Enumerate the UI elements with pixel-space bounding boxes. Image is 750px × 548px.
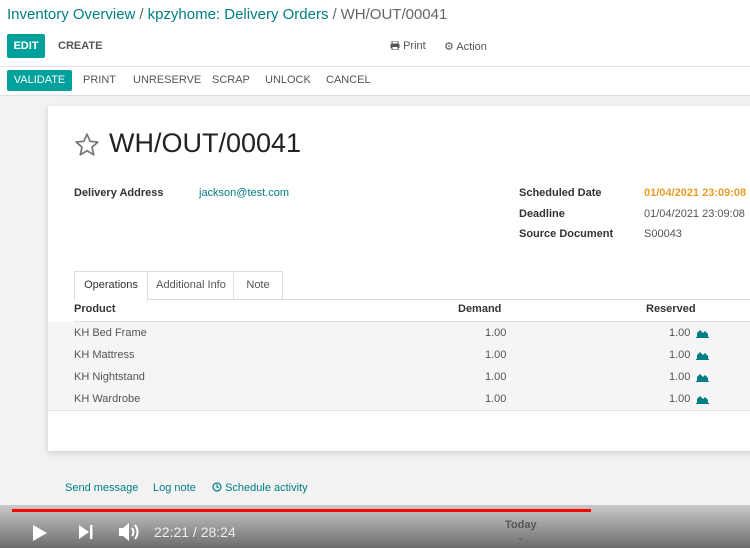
clock-icon bbox=[212, 482, 222, 492]
column-product[interactable]: Product bbox=[74, 303, 116, 315]
delivery-address-value[interactable]: jackson@test.com bbox=[199, 187, 289, 199]
area-chart-icon[interactable] bbox=[696, 394, 709, 404]
scheduled-date-label: Scheduled Date bbox=[519, 187, 602, 199]
unreserve-button[interactable]: UNRESERVE bbox=[133, 74, 201, 86]
validate-button[interactable]: VALIDATE bbox=[7, 70, 72, 91]
demand-cell: 1.00 bbox=[485, 327, 507, 339]
schedule-activity-button[interactable]: Schedule activity bbox=[212, 482, 308, 494]
today-label: Today bbox=[505, 519, 537, 531]
time-display: 22:21 / 28:24 bbox=[154, 524, 236, 540]
tab-additional-info[interactable]: Additional Info bbox=[147, 271, 235, 299]
chevron-down-icon[interactable]: ⌄ bbox=[517, 532, 525, 543]
form-sheet: WH/OUT/00041 Delivery Address jackson@te… bbox=[48, 106, 750, 451]
reserved-cell: 1.00 bbox=[669, 371, 691, 383]
volume-icon[interactable] bbox=[117, 521, 141, 543]
log-note-button[interactable]: Log note bbox=[153, 482, 196, 494]
area-chart-icon[interactable] bbox=[696, 350, 709, 360]
gear-icon: ⚙ bbox=[444, 41, 454, 53]
unlock-button[interactable]: UNLOCK bbox=[265, 74, 311, 86]
progress-bar[interactable] bbox=[12, 509, 591, 512]
control-panel: EDIT CREATE Print ⚙ Action bbox=[0, 32, 750, 67]
record-title: WH/OUT/00041 bbox=[109, 128, 302, 158]
edit-button[interactable]: EDIT bbox=[7, 34, 45, 58]
create-button[interactable]: CREATE bbox=[58, 40, 102, 52]
product-cell: KH Wardrobe bbox=[74, 393, 141, 405]
status-bar: VALIDATE PRINT UNRESERVE SCRAP UNLOCK CA… bbox=[0, 67, 750, 96]
column-demand[interactable]: Demand bbox=[458, 303, 501, 315]
cancel-button[interactable]: CANCEL bbox=[326, 74, 371, 86]
chatter-bar: Send message Log note Schedule activity bbox=[0, 465, 750, 505]
print-label: Print bbox=[403, 40, 426, 52]
table-row[interactable]: KH Mattress 1.00 1.00 bbox=[48, 344, 750, 367]
video-player-controls: 22:21 / 28:24 Today ⌄ bbox=[0, 505, 750, 548]
scheduled-date-value: 01/04/2021 23:09:08 bbox=[644, 187, 747, 199]
delivery-address-label: Delivery Address bbox=[74, 187, 164, 199]
print-dropdown[interactable]: Print bbox=[390, 40, 426, 52]
column-reserved[interactable]: Reserved bbox=[646, 303, 696, 315]
reserved-cell: 1.00 bbox=[669, 327, 691, 339]
tab-note[interactable]: Note bbox=[233, 271, 283, 299]
print-icon bbox=[390, 40, 400, 51]
action-label: Action bbox=[456, 41, 487, 53]
next-icon[interactable] bbox=[78, 524, 94, 540]
notebook-tabs: Operations Additional Info Note bbox=[74, 271, 750, 301]
schedule-activity-label: Schedule activity bbox=[225, 482, 308, 494]
breadcrumb-delivery-orders[interactable]: kpzyhome: Delivery Orders bbox=[148, 6, 329, 23]
demand-cell: 1.00 bbox=[485, 371, 507, 383]
product-cell: KH Bed Frame bbox=[74, 327, 147, 339]
area-chart-icon[interactable] bbox=[696, 372, 709, 382]
reserved-cell: 1.00 bbox=[669, 393, 691, 405]
breadcrumb-current: WH/OUT/00041 bbox=[340, 6, 448, 23]
print-button[interactable]: PRINT bbox=[83, 74, 116, 86]
breadcrumb-separator: / bbox=[139, 6, 144, 23]
play-icon[interactable] bbox=[32, 524, 48, 542]
table-header: Product Demand Reserved bbox=[74, 299, 750, 322]
table-row[interactable]: KH Wardrobe 1.00 1.00 bbox=[48, 388, 750, 411]
reserved-cell: 1.00 bbox=[669, 349, 691, 361]
source-document-value: S00043 bbox=[644, 228, 682, 240]
scrap-button[interactable]: SCRAP bbox=[212, 74, 250, 86]
breadcrumb-bar: Inventory Overview / kpzyhome: Delivery Or… bbox=[0, 0, 750, 32]
star-icon[interactable] bbox=[74, 132, 100, 158]
deadline-label: Deadline bbox=[519, 208, 565, 220]
action-dropdown[interactable]: ⚙ Action bbox=[444, 40, 487, 53]
demand-cell: 1.00 bbox=[485, 349, 507, 361]
tab-operations[interactable]: Operations bbox=[74, 271, 148, 301]
breadcrumb-inventory-overview[interactable]: Inventory Overview bbox=[7, 6, 135, 23]
breadcrumb-separator: / bbox=[332, 6, 337, 23]
breadcrumb: Inventory Overview / kpzyhome: Delivery Or… bbox=[7, 6, 447, 23]
demand-cell: 1.00 bbox=[485, 393, 507, 405]
deadline-value: 01/04/2021 23:09:08 bbox=[644, 208, 745, 220]
send-message-button[interactable]: Send message bbox=[65, 482, 138, 494]
source-document-label: Source Document bbox=[519, 228, 614, 240]
area-chart-icon[interactable] bbox=[696, 328, 709, 338]
product-cell: KH Mattress bbox=[74, 349, 135, 361]
table-row[interactable]: KH Bed Frame 1.00 1.00 bbox=[48, 322, 750, 345]
product-cell: KH Nightstand bbox=[74, 371, 145, 383]
table-row[interactable]: KH Nightstand 1.00 1.00 bbox=[48, 366, 750, 389]
